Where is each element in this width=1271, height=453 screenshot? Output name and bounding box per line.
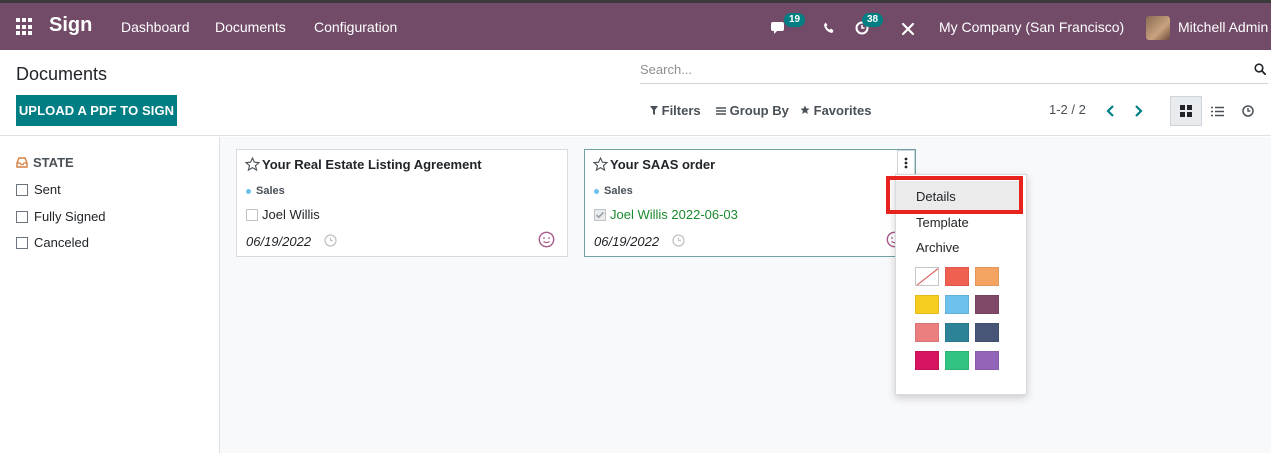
pager-next-icon[interactable] (1134, 105, 1143, 117)
app-name[interactable]: Sign (49, 14, 92, 37)
kanban-view: Your Real Estate Listing Agreement Sales… (220, 137, 1271, 453)
kanban-icon (1180, 105, 1192, 117)
color-swatch[interactable] (915, 351, 939, 370)
search-bar (640, 58, 1268, 84)
menu-documents[interactable]: Documents (215, 19, 286, 35)
state-filter-label: Sent (34, 182, 61, 197)
card-title-text: Your Real Estate Listing Agreement (262, 157, 482, 172)
phone-icon[interactable] (823, 22, 835, 34)
state-filter-label: Canceled (34, 235, 89, 250)
control-panel: Documents UPLOAD A PDF TO SIGN Filters G… (0, 50, 1271, 136)
group-by-toggle[interactable]: Group By (716, 103, 789, 118)
activity-view-button[interactable] (1232, 96, 1264, 126)
list-icon (1210, 106, 1224, 116)
kebab-menu-icon (904, 157, 908, 168)
pager-value[interactable]: 1-2 / 2 (1049, 102, 1086, 117)
color-swatch[interactable] (975, 267, 999, 286)
activities-badge: 38 (862, 13, 884, 27)
favorites-toggle[interactable]: Favorites (800, 103, 871, 118)
color-swatch[interactable] (975, 295, 999, 314)
kanban-card[interactable]: Your Real Estate Listing Agreement Sales… (236, 149, 568, 257)
color-swatch[interactable] (945, 351, 969, 370)
checkbox[interactable] (16, 210, 28, 223)
state-label: STATE (33, 155, 74, 170)
inbox-icon (16, 157, 28, 168)
breadcrumb: Documents (16, 64, 108, 84)
tag: Sales (246, 185, 285, 197)
user-menu[interactable]: Mitchell Admin (1178, 19, 1268, 35)
kanban-view-button[interactable] (1170, 96, 1202, 126)
signed-check-icon (594, 208, 606, 221)
filters-label: Filters (661, 103, 701, 118)
messages-badge: 19 (784, 13, 806, 27)
color-picker (915, 267, 999, 370)
checkbox[interactable] (16, 183, 28, 196)
upload-pdf-button[interactable]: UPLOAD A PDF TO SIGN (16, 95, 177, 126)
state-filter-fully-signed[interactable]: Fully Signed (16, 209, 106, 224)
top-navbar: Sign Dashboard Documents Configuration 1… (0, 0, 1271, 50)
debug-tools-icon[interactable] (901, 22, 915, 36)
tag-color-dot (594, 188, 599, 194)
menu-configuration[interactable]: Configuration (314, 19, 397, 35)
pager-previous-icon[interactable] (1106, 105, 1115, 117)
activity-clock-icon[interactable] (324, 234, 337, 247)
signed-checkbox (246, 208, 258, 221)
favorite-star-icon[interactable] (593, 157, 608, 172)
search-icon[interactable] (1254, 63, 1266, 75)
highlight-annotation-frame (886, 176, 1023, 214)
state-filter-sent[interactable]: Sent (16, 182, 61, 197)
signer: Joel Willis (246, 207, 320, 222)
state-section-title: STATE (16, 155, 74, 170)
company-switcher[interactable]: My Company (San Francisco) (939, 19, 1124, 35)
group-by-label: Group By (729, 103, 789, 118)
smiley-icon[interactable] (538, 231, 555, 248)
color-swatch[interactable] (975, 351, 999, 370)
card-dropdown-toggle[interactable] (897, 150, 915, 174)
clock-icon (1242, 105, 1254, 117)
menu-item-template[interactable]: Template (916, 215, 969, 230)
signer-name: Joel Willis 2022-06-03 (610, 207, 738, 222)
kanban-card[interactable]: Your SAAS order Sales Joel Willis 2022-0… (584, 149, 916, 257)
search-input[interactable] (640, 62, 1240, 77)
card-date: 06/19/2022 (594, 234, 660, 249)
menu-dashboard[interactable]: Dashboard (121, 19, 190, 35)
tag-label: Sales (604, 185, 633, 197)
filter-icon (650, 106, 658, 115)
group-by-icon (716, 107, 726, 115)
tag: Sales (594, 185, 633, 197)
color-swatch[interactable] (945, 323, 969, 342)
state-filter-label: Fully Signed (34, 209, 106, 224)
star-icon (800, 105, 810, 114)
menu-item-archive[interactable]: Archive (916, 240, 959, 255)
card-title: Your Real Estate Listing Agreement (245, 157, 482, 172)
card-title: Your SAAS order (593, 157, 715, 172)
list-view-button[interactable] (1201, 96, 1233, 126)
favorite-star-icon[interactable] (245, 157, 260, 172)
color-swatch[interactable] (945, 267, 969, 286)
checkbox[interactable] (16, 236, 28, 249)
color-swatch-none[interactable] (915, 267, 939, 286)
tag-label: Sales (256, 185, 285, 197)
tag-color-dot (246, 188, 251, 194)
filters-toggle[interactable]: Filters (650, 103, 701, 118)
search-panel: STATE Sent Fully Signed Canceled (0, 137, 220, 453)
card-date: 06/19/2022 (246, 234, 312, 249)
color-swatch[interactable] (915, 323, 939, 342)
color-swatch[interactable] (945, 295, 969, 314)
user-avatar[interactable] (1146, 16, 1170, 40)
signer: Joel Willis 2022-06-03 (594, 207, 738, 222)
state-filter-canceled[interactable]: Canceled (16, 235, 89, 250)
color-swatch[interactable] (975, 323, 999, 342)
activity-clock-icon[interactable] (672, 234, 685, 247)
card-title-text: Your SAAS order (610, 157, 716, 172)
signer-name: Joel Willis (262, 207, 320, 222)
color-swatch[interactable] (915, 295, 939, 314)
favorites-label: Favorites (813, 103, 872, 118)
app-menu-icon[interactable] (16, 18, 34, 36)
